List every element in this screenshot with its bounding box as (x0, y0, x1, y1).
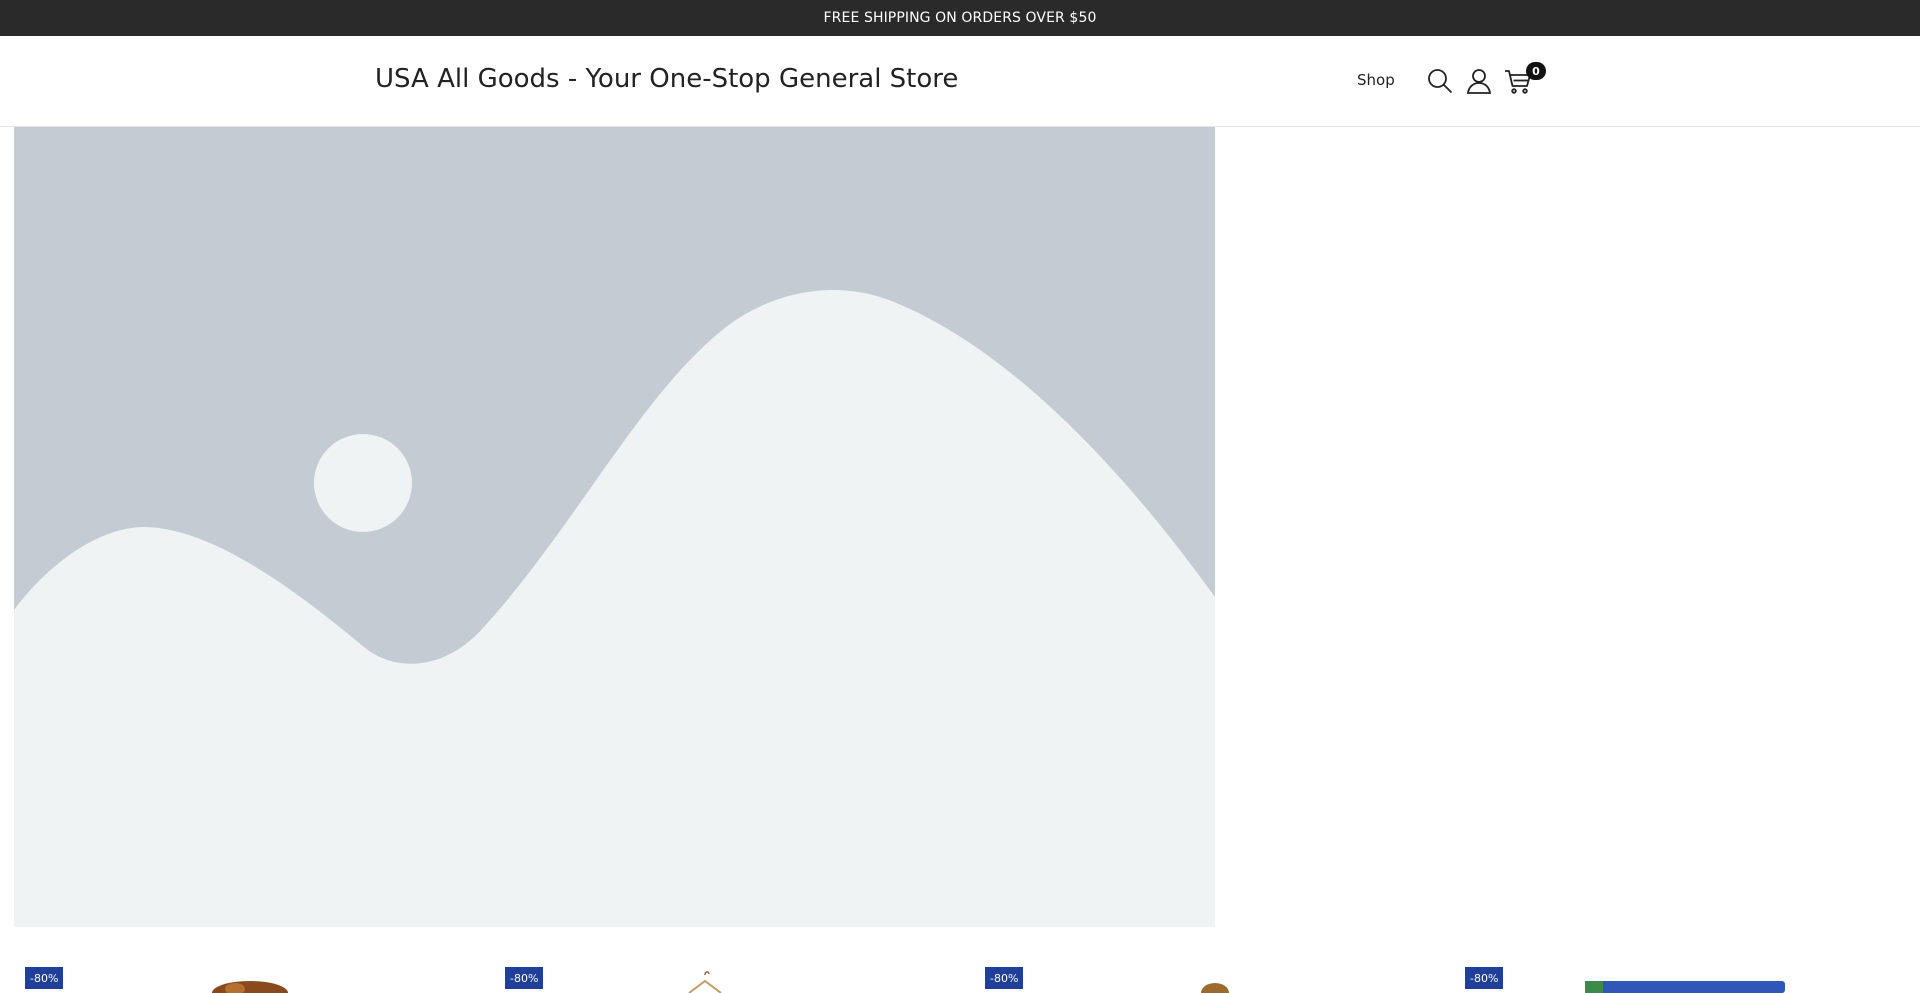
hero-placeholder-image (14, 127, 1215, 927)
search-icon[interactable] (1425, 66, 1455, 96)
product-card[interactable]: -80% (985, 955, 1445, 993)
landscape-placeholder-icon (14, 127, 1215, 927)
product-card[interactable]: -80% (1465, 955, 1920, 993)
dog-product-image[interactable] (205, 979, 295, 993)
product-card[interactable]: -80% (25, 955, 485, 993)
site-header: USA All Goods - Your One-Stop General St… (0, 36, 1920, 127)
product-grid: -80% -80% -80% -80% (0, 955, 1920, 993)
announcement-text: FREE SHIPPING ON ORDERS OVER $50 (823, 10, 1097, 26)
discount-badge: -80% (985, 967, 1024, 989)
user-icon[interactable] (1464, 66, 1494, 96)
product-card[interactable]: -80% (505, 955, 965, 993)
site-title-link[interactable]: USA All Goods - Your One-Stop General St… (375, 64, 958, 94)
discount-badge: -80% (1465, 967, 1504, 989)
cart-count-badge: 0 (1526, 62, 1546, 80)
hanger-product-image[interactable] (685, 969, 725, 993)
announcement-bar: FREE SHIPPING ON ORDERS OVER $50 (0, 0, 1920, 36)
brown-product-image[interactable] (1200, 981, 1230, 993)
blue-product-image[interactable] (1585, 979, 1785, 993)
nav-item-shop[interactable]: Shop (1357, 71, 1395, 89)
discount-badge: -80% (25, 967, 64, 989)
discount-badge: -80% (505, 967, 544, 989)
